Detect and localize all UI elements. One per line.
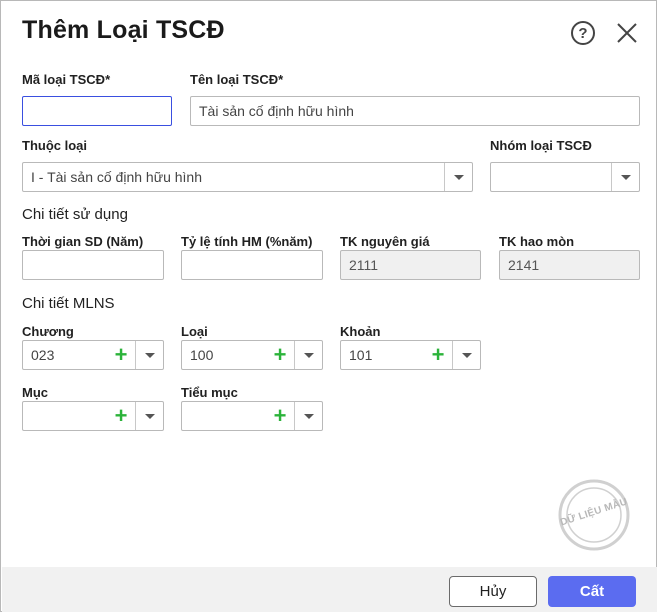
parent-type-label: Thuộc loại xyxy=(22,138,87,153)
chevron-down-icon[interactable] xyxy=(135,341,163,369)
chevron-down-icon[interactable] xyxy=(611,163,639,191)
section-label: Mục xyxy=(22,385,48,400)
chevron-down-icon[interactable] xyxy=(294,341,322,369)
parent-type-select[interactable]: I - Tài sản cố định hữu hình xyxy=(22,162,473,192)
mlns-section-title: Chi tiết MLNS xyxy=(22,295,115,312)
help-icon[interactable]: ? xyxy=(571,21,595,45)
category-select[interactable]: 100 + xyxy=(181,340,323,370)
chapter-label: Chương xyxy=(22,324,74,339)
add-asset-type-dialog: Thêm Loại TSCĐ ? Mã loại TSCĐ* Tên loại … xyxy=(0,0,657,612)
usage-years-label: Thời gian SD (Năm) xyxy=(22,234,144,249)
asset-group-select[interactable] xyxy=(490,162,640,192)
add-icon[interactable]: + xyxy=(107,402,135,430)
add-icon[interactable]: + xyxy=(266,341,294,369)
add-icon[interactable]: + xyxy=(266,402,294,430)
chevron-down-icon[interactable] xyxy=(452,341,480,369)
parent-type-value: I - Tài sản cố định hữu hình xyxy=(31,169,202,185)
depreciation-account-field xyxy=(499,250,640,280)
subsection-select[interactable]: + xyxy=(181,401,323,431)
asset-type-name-input[interactable] xyxy=(190,96,640,126)
dialog-title: Thêm Loại TSCĐ xyxy=(22,16,225,44)
close-icon[interactable] xyxy=(615,21,639,45)
item-value: 101 xyxy=(349,347,373,363)
sample-data-stamp: DỮ LIỆU MẪU xyxy=(554,479,634,551)
chapter-value: 023 xyxy=(31,347,55,363)
depreciation-rate-label: Tỷ lệ tính HM (%năm) xyxy=(181,234,313,249)
category-label: Loại xyxy=(181,324,208,339)
cost-account-label: TK nguyên giá xyxy=(340,234,430,249)
chapter-select[interactable]: 023 + xyxy=(22,340,164,370)
asset-type-code-input[interactable] xyxy=(22,96,172,126)
add-icon[interactable]: + xyxy=(107,341,135,369)
asset-type-name-label: Tên loại TSCĐ* xyxy=(190,72,284,87)
depreciation-account-label: TK hao mòn xyxy=(499,234,575,249)
chevron-down-icon[interactable] xyxy=(444,163,472,191)
usage-section-title: Chi tiết sử dụng xyxy=(22,206,128,223)
section-select[interactable]: + xyxy=(22,401,164,431)
usage-years-input[interactable] xyxy=(22,250,164,280)
asset-type-code-label: Mã loại TSCĐ* xyxy=(22,72,111,87)
cost-account-field xyxy=(340,250,481,280)
item-label: Khoản xyxy=(340,324,381,339)
asset-group-label: Nhóm loại TSCĐ xyxy=(490,138,592,153)
add-icon[interactable]: + xyxy=(424,341,452,369)
save-button[interactable]: Cất xyxy=(548,576,636,607)
category-value: 100 xyxy=(190,347,214,363)
chevron-down-icon[interactable] xyxy=(135,402,163,430)
cancel-button[interactable]: Hủy xyxy=(449,576,537,607)
item-select[interactable]: 101 + xyxy=(340,340,481,370)
chevron-down-icon[interactable] xyxy=(294,402,322,430)
subsection-label: Tiểu mục xyxy=(181,385,238,400)
depreciation-rate-input[interactable] xyxy=(181,250,323,280)
